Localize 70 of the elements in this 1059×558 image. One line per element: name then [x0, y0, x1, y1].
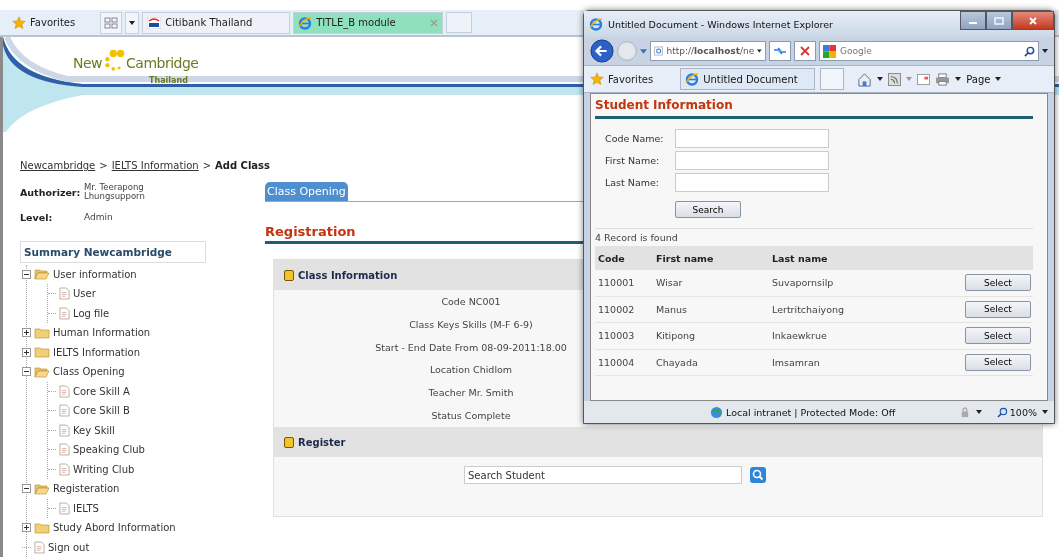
tree-item[interactable]: Log file — [73, 307, 110, 319]
status-text: Local intranet | Protected Mode: Off — [710, 405, 953, 419]
info-line: Teacher Mr. Smith — [428, 387, 514, 399]
select-button[interactable]: Select — [965, 353, 1031, 371]
field-label: Last Name: — [605, 177, 661, 188]
tree-item[interactable]: Key Skill — [73, 424, 115, 436]
table-cell-text: Inkaewkrue — [772, 330, 828, 342]
tree-item[interactable]: User information — [53, 268, 137, 280]
tree-item[interactable]: Registeration — [53, 483, 120, 495]
table-cell-text: Wisar — [656, 277, 684, 289]
tree-item[interactable]: Class Opening — [53, 366, 125, 378]
select-button[interactable]: Select — [965, 274, 1031, 292]
table-cell-text: Chayada — [656, 356, 699, 368]
search-field[interactable]: Search Student — [464, 466, 742, 484]
table-cell-text: 110002 — [597, 303, 636, 315]
table-cell-text: Imsamran — [772, 356, 821, 368]
tree-item[interactable]: Sign out — [48, 541, 90, 553]
tree-item[interactable]: Core Skill B — [73, 405, 130, 417]
browser-tab[interactable]: Untitled Document — [680, 68, 816, 90]
browser-tab[interactable]: Citibank Thailand — [142, 11, 291, 34]
breadcrumb-link[interactable]: Newcambridge — [20, 160, 96, 171]
favorites-button[interactable]: Favorites — [590, 72, 676, 86]
column-header: Last name — [772, 252, 829, 264]
table-cell-text: Manus — [656, 303, 688, 315]
level-value: Admin — [84, 212, 113, 223]
table-cell-text: Suvapornsilp — [772, 277, 835, 289]
tree-item[interactable]: Study Abord Information — [53, 522, 176, 534]
page-heading: Student Information — [595, 98, 1033, 119]
favorites-button[interactable]: Favorites — [12, 15, 98, 30]
info-line: Start - End Date From 08-09-2011:18.00 — [375, 341, 567, 353]
window-title: Untitled Document - Windows Internet Explorer — [608, 18, 834, 30]
breadcrumb-separator: > — [99, 160, 108, 171]
address-field[interactable]: http://localhost/ne — [650, 41, 766, 61]
table-cell-text: 110001 — [597, 277, 636, 289]
browser-tab[interactable]: TITLE_B module — [293, 11, 444, 34]
tree-item[interactable]: Speaking Club — [73, 444, 145, 456]
info-line: Class Keys Skills (M-F 6-9) — [409, 318, 533, 330]
tree-item[interactable]: User — [73, 288, 96, 300]
tree-item[interactable]: Core Skill A — [73, 385, 130, 397]
table-cell-text: Lertritchaiyong — [772, 303, 846, 315]
zoom-level[interactable]: 100% — [996, 406, 1037, 418]
tree-item[interactable]: IELTS Information — [53, 346, 140, 358]
table-cell-text: 110003 — [597, 330, 636, 342]
authorizer-name: Mr. Teerapong Lhungsupporn — [84, 183, 146, 202]
search-button[interactable]: Search — [675, 201, 741, 218]
breadcrumb-current: Add Class — [215, 160, 270, 171]
tree-item[interactable]: Writing Club — [73, 463, 135, 475]
column-header: Code — [597, 252, 626, 264]
breadcrumb-separator: > — [202, 160, 212, 171]
info-line: Location Chidlom — [429, 364, 513, 376]
panel-title: Class Information — [298, 269, 398, 281]
sidebar-title: Summary Newcambridge — [20, 240, 206, 263]
page-menu[interactable]: Page — [966, 73, 991, 85]
breadcrumb-link[interactable]: IELTS Information — [111, 160, 199, 171]
level-label: Level: — [20, 211, 54, 223]
table-cell-text: Kitipong — [656, 330, 697, 342]
search-field[interactable]: Google — [819, 41, 1039, 61]
table-cell-text: 110004 — [597, 356, 636, 368]
logo: New Cambridge Thailand — [73, 37, 205, 83]
field-label: First Name: — [605, 155, 661, 166]
select-button[interactable]: Select — [965, 300, 1031, 318]
tree-item[interactable]: Human Information — [53, 327, 151, 339]
authorizer-label: Authorizer: — [20, 186, 82, 198]
panel-title: Register — [298, 436, 346, 448]
tree-item[interactable]: IELTS — [73, 502, 99, 514]
field-label: Code Name: — [605, 133, 665, 144]
select-button[interactable]: Select — [965, 327, 1031, 345]
info-line: Code NC001 — [441, 295, 501, 307]
info-line: Status Complete — [431, 410, 511, 422]
column-header: First name — [656, 252, 715, 264]
